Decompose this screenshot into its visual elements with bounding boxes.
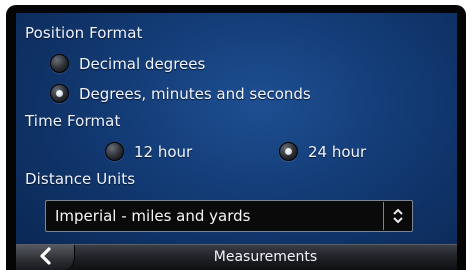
radio-option-degrees-minutes-seconds[interactable]: Degrees, minutes and seconds bbox=[50, 84, 311, 103]
radio-option-24-hour[interactable]: 24 hour bbox=[279, 142, 366, 161]
back-button[interactable] bbox=[16, 245, 75, 270]
up-down-chevron-icon[interactable] bbox=[383, 202, 412, 230]
radio-option-decimal-degrees[interactable]: Decimal degrees bbox=[50, 54, 205, 73]
radio-label-decimal-degrees: Decimal degrees bbox=[79, 54, 206, 73]
measurements-screen: Position Format Decimal degrees Degrees,… bbox=[16, 13, 457, 270]
radio-label-24-hour: 24 hour bbox=[308, 142, 367, 161]
distance-units-select[interactable]: Imperial - miles and yards bbox=[45, 200, 413, 232]
position-format-label: Position Format bbox=[25, 24, 143, 42]
radio-button[interactable] bbox=[50, 54, 69, 73]
radio-button-selected[interactable] bbox=[50, 84, 69, 103]
radio-label-12-hour: 12 hour bbox=[134, 142, 193, 161]
bottom-navigation-bar: Measurements bbox=[16, 244, 457, 270]
radio-button-selected[interactable] bbox=[279, 142, 298, 161]
radio-button[interactable] bbox=[105, 142, 124, 161]
page-title: Measurements bbox=[213, 249, 318, 265]
radio-label-degrees-minutes-seconds: Degrees, minutes and seconds bbox=[79, 84, 311, 103]
device-frame: Position Format Decimal degrees Degrees,… bbox=[6, 5, 466, 270]
radio-option-12-hour[interactable]: 12 hour bbox=[105, 142, 192, 161]
time-format-label: Time Format bbox=[25, 112, 121, 130]
chevron-left-icon bbox=[38, 247, 52, 269]
distance-units-value: Imperial - miles and yards bbox=[55, 207, 251, 225]
distance-units-label: Distance Units bbox=[25, 170, 136, 188]
